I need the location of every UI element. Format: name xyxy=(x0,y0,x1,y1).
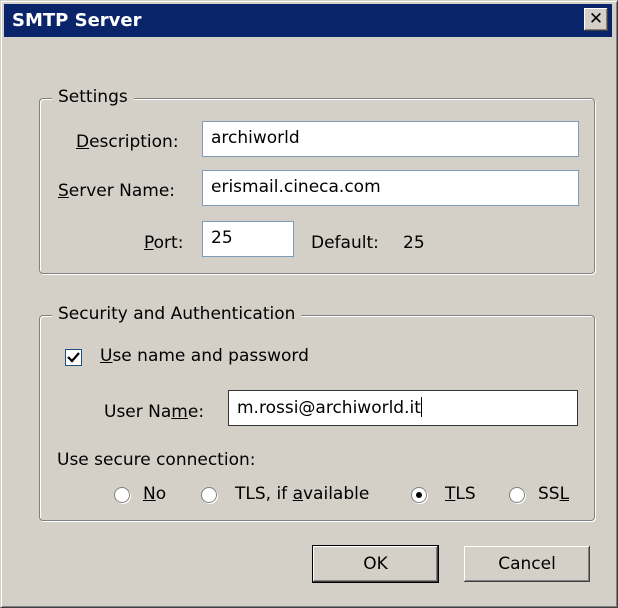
close-button[interactable]: ✕ xyxy=(584,8,608,31)
default-port-value: 25 xyxy=(403,233,425,253)
close-icon: ✕ xyxy=(588,9,604,29)
user-name-label: User Name: xyxy=(104,402,205,422)
settings-legend: Settings xyxy=(52,87,134,107)
default-port-label: Default: xyxy=(311,233,379,253)
radio-ssl[interactable] xyxy=(509,487,525,503)
cancel-button[interactable]: Cancel xyxy=(463,545,591,583)
port-label: Port: xyxy=(144,233,184,253)
description-field[interactable]: archiworld xyxy=(202,121,579,157)
text-caret xyxy=(420,397,422,417)
radio-no-label[interactable]: No xyxy=(143,484,166,504)
server-name-field[interactable]: erismail.cineca.com xyxy=(202,170,579,206)
checkmark-icon xyxy=(67,352,80,363)
ok-button[interactable]: OK xyxy=(312,545,439,583)
port-field[interactable]: 25 xyxy=(202,221,294,257)
secure-connection-label: Use secure connection: xyxy=(57,450,256,470)
security-legend: Security and Authentication xyxy=(52,304,302,324)
radio-tls[interactable] xyxy=(411,487,427,503)
use-name-password-label[interactable]: Use name and password xyxy=(100,346,309,366)
radio-tls-if-available[interactable] xyxy=(201,487,217,503)
user-name-field[interactable]: m.rossi@archiworld.it xyxy=(228,390,578,426)
description-label: Description: xyxy=(76,132,179,152)
use-name-password-checkbox[interactable] xyxy=(65,349,82,366)
radio-no[interactable] xyxy=(114,487,130,503)
window-title: SMTP Server xyxy=(12,10,142,31)
radio-tls-if-available-label[interactable]: TLS, if available xyxy=(235,484,369,504)
server-name-label: Server Name: xyxy=(58,181,176,201)
smtp-server-dialog: SMTP Server ✕ Settings Description: arch… xyxy=(0,0,618,608)
radio-ssl-label[interactable]: SSL xyxy=(538,484,569,504)
title-bar[interactable]: SMTP Server ✕ xyxy=(4,4,612,37)
radio-tls-label[interactable]: TLS xyxy=(445,484,476,504)
radio-selected-dot xyxy=(416,492,422,498)
